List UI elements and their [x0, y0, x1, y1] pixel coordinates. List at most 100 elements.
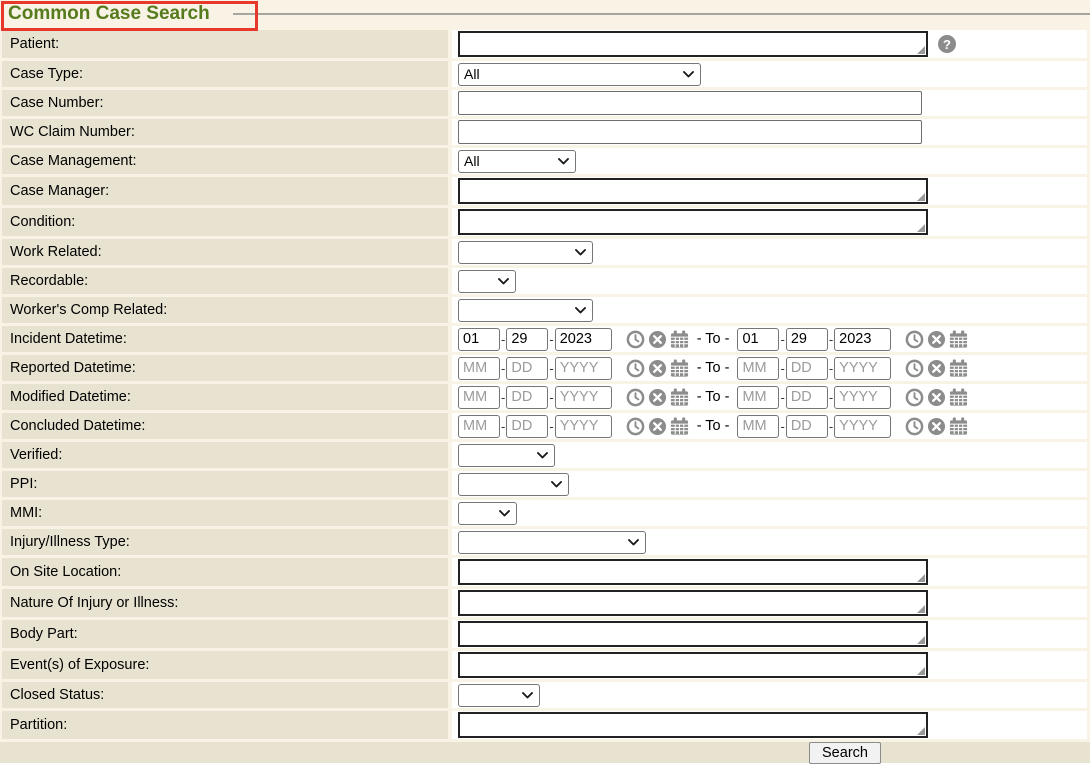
clock-icon[interactable] — [905, 330, 924, 349]
date-separator: - — [829, 361, 833, 376]
chevron-down-icon — [683, 71, 694, 78]
case-management-select[interactable]: All — [458, 150, 576, 173]
clock-icon[interactable] — [626, 330, 645, 349]
concluded-from-day-input[interactable] — [506, 415, 548, 438]
annotation-highlight — [1, 1, 258, 31]
clear-icon[interactable] — [927, 330, 946, 349]
patient-input[interactable] — [458, 31, 928, 57]
body-part-textarea-wrap — [458, 621, 928, 647]
row-verified: Verified: — [0, 442, 1090, 468]
partition-textarea-wrap — [458, 712, 928, 738]
concluded-from-year-input[interactable] — [555, 415, 612, 438]
clear-icon[interactable] — [927, 417, 946, 436]
help-icon[interactable]: ? — [938, 35, 956, 53]
chevron-down-icon — [498, 278, 509, 285]
modified-to-month-input[interactable] — [737, 386, 779, 409]
incident-to-day-input[interactable] — [786, 328, 828, 351]
calendar-icon[interactable] — [670, 330, 689, 349]
modified-from-month-input[interactable] — [458, 386, 500, 409]
mmi-select[interactable] — [458, 502, 517, 525]
clock-icon[interactable] — [905, 359, 924, 378]
field-cell — [452, 651, 1087, 679]
concluded-to-year-input[interactable] — [834, 415, 891, 438]
case-type-select[interactable]: All — [458, 63, 701, 86]
row-injury-illness-type: Injury/Illness Type: — [0, 529, 1090, 555]
clock-icon[interactable] — [626, 417, 645, 436]
incident-from-year-input[interactable] — [555, 328, 612, 351]
workers-comp-related-select[interactable] — [458, 299, 593, 322]
concluded-to-month-input[interactable] — [737, 415, 779, 438]
clear-icon[interactable] — [648, 359, 667, 378]
clock-icon[interactable] — [905, 417, 924, 436]
clock-icon[interactable] — [905, 388, 924, 407]
field-cell — [452, 682, 1087, 708]
closed-status-select[interactable] — [458, 684, 540, 707]
modified-to-day-input[interactable] — [786, 386, 828, 409]
modified-from-year-input[interactable] — [555, 386, 612, 409]
calendar-icon[interactable] — [670, 417, 689, 436]
reported-to-day-input[interactable] — [786, 357, 828, 380]
chevron-down-icon — [628, 539, 639, 546]
incident-from-day-input[interactable] — [506, 328, 548, 351]
clear-icon[interactable] — [927, 359, 946, 378]
clear-icon[interactable] — [648, 388, 667, 407]
concluded-to-day-input[interactable] — [786, 415, 828, 438]
recordable-select[interactable] — [458, 270, 516, 293]
case-number-input[interactable] — [458, 91, 922, 115]
date-separator: - — [549, 390, 553, 405]
concluded-from-month-input[interactable] — [458, 415, 500, 438]
reported-from-year-input[interactable] — [555, 357, 612, 380]
calendar-icon[interactable] — [949, 388, 968, 407]
ppi-select[interactable] — [458, 473, 569, 496]
reported-from-month-input[interactable] — [458, 357, 500, 380]
date-separator: - — [780, 419, 784, 434]
calendar-icon[interactable] — [949, 359, 968, 378]
field-label: Recordable: — [2, 268, 448, 294]
reported-to-year-input[interactable] — [834, 357, 891, 380]
clear-icon[interactable] — [648, 330, 667, 349]
calendar-icon[interactable] — [670, 388, 689, 407]
modified-from-day-input[interactable] — [506, 386, 548, 409]
chevron-down-icon — [499, 510, 510, 517]
search-button[interactable]: Search — [809, 742, 881, 764]
incident-from-month-input[interactable] — [458, 328, 500, 351]
clear-icon[interactable] — [648, 417, 667, 436]
work-related-select[interactable] — [458, 241, 593, 264]
field-cell — [452, 620, 1087, 648]
row-modified-datetime: Modified Datetime: - - - To - - - — [0, 384, 1090, 410]
case-manager-input[interactable] — [458, 178, 928, 204]
clock-icon[interactable] — [626, 388, 645, 407]
clear-icon[interactable] — [927, 388, 946, 407]
field-cell — [452, 90, 1087, 116]
field-label: PPI: — [2, 471, 448, 497]
chevron-down-icon — [537, 452, 548, 459]
calendar-icon[interactable] — [949, 330, 968, 349]
date-separator: - — [829, 419, 833, 434]
reported-from-day-input[interactable] — [506, 357, 548, 380]
body-part-input[interactable] — [458, 621, 928, 647]
calendar-icon[interactable] — [670, 359, 689, 378]
case-manager-textarea-wrap — [458, 178, 928, 204]
fieldset-line — [233, 13, 1090, 15]
incident-to-month-input[interactable] — [737, 328, 779, 351]
incident-to-year-input[interactable] — [834, 328, 891, 351]
row-concluded-datetime: Concluded Datetime: - - - To - - - — [0, 413, 1090, 439]
condition-input[interactable] — [458, 209, 928, 235]
nature-of-injury-input[interactable] — [458, 590, 928, 616]
calendar-icon[interactable] — [949, 417, 968, 436]
date-icon-group — [905, 417, 968, 436]
reported-to-month-input[interactable] — [737, 357, 779, 380]
field-label: Worker's Comp Related: — [2, 297, 448, 323]
clock-icon[interactable] — [626, 359, 645, 378]
wc-claim-number-input[interactable] — [458, 120, 922, 144]
injury-illness-type-select[interactable] — [458, 531, 646, 554]
field-cell — [452, 239, 1087, 265]
field-cell — [452, 558, 1087, 586]
partition-input[interactable] — [458, 712, 928, 738]
modified-to-year-input[interactable] — [834, 386, 891, 409]
row-mmi: MMI: — [0, 500, 1090, 526]
verified-select[interactable] — [458, 444, 555, 467]
patient-textarea-wrap — [458, 31, 928, 57]
events-of-exposure-input[interactable] — [458, 652, 928, 678]
on-site-location-input[interactable] — [458, 559, 928, 585]
